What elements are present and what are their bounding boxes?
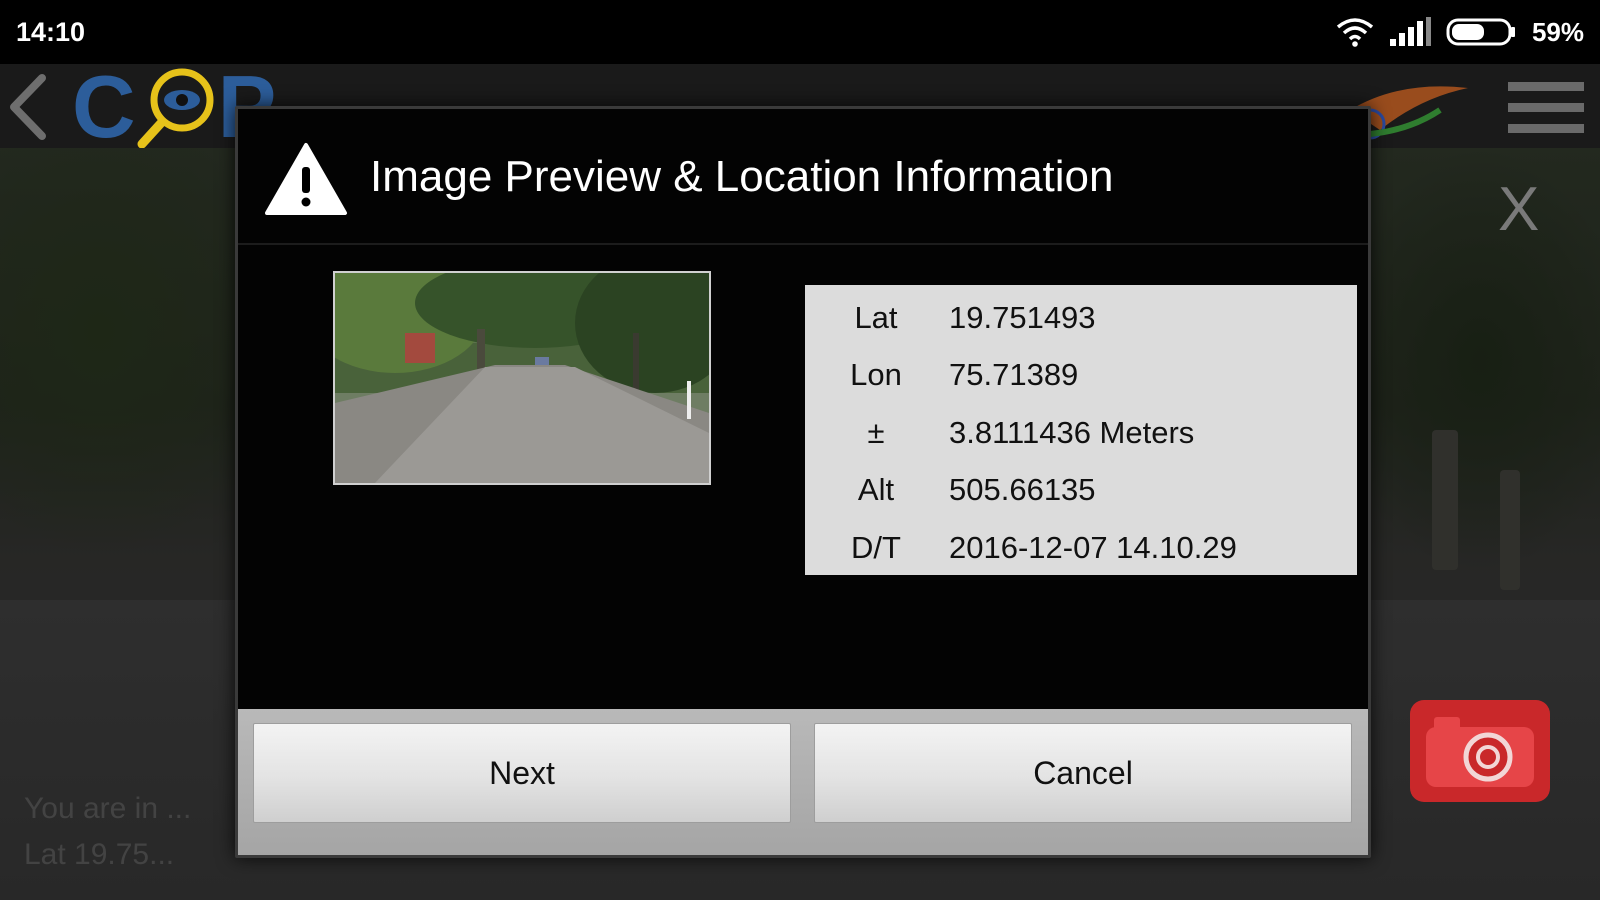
status-bar: 14:10 59%	[0, 0, 1600, 64]
image-preview-dialog: Image Preview & Location Information Lat…	[235, 106, 1371, 858]
dialog-header: Image Preview & Location Information	[238, 109, 1368, 245]
preview-photo	[335, 273, 709, 483]
background-location-text: You are in ... Lat 19.75...	[24, 792, 192, 871]
menu-icon[interactable]	[1506, 80, 1586, 136]
close-icon[interactable]: X	[1498, 179, 1554, 241]
magnifier-eye-icon	[137, 68, 214, 148]
status-icons: 59%	[1336, 17, 1584, 48]
info-row-accuracy: ± 3.8111436 Meters	[805, 404, 1357, 462]
wifi-icon	[1336, 18, 1374, 47]
next-button[interactable]: Next	[253, 723, 791, 823]
info-value: 505.66135	[949, 472, 1096, 508]
back-icon[interactable]	[6, 72, 50, 142]
dialog-title: Image Preview & Location Information	[370, 152, 1114, 201]
info-label: ±	[867, 414, 885, 450]
dialog-button-bar: Next Cancel	[238, 709, 1368, 855]
info-value: 19.751493	[949, 299, 1096, 335]
camera-button[interactable]	[1410, 700, 1550, 802]
battery-icon	[1446, 18, 1515, 46]
warning-icon	[265, 143, 347, 215]
info-label: D/T	[851, 529, 901, 565]
info-row-datetime: D/T 2016-12-07 14.10.29	[805, 519, 1357, 577]
cancel-button[interactable]: Cancel	[814, 723, 1352, 823]
info-label: Lat	[854, 299, 898, 335]
info-value: 3.8111436 Meters	[949, 414, 1195, 450]
info-row-lon: Lon 75.71389	[805, 347, 1357, 405]
image-preview	[333, 271, 711, 485]
info-label: Lon	[850, 357, 902, 393]
location-info-panel: Lat 19.751493 Lon 75.71389 ± 3.8111436 M…	[805, 285, 1357, 575]
signal-icon	[1389, 17, 1431, 46]
status-time: 14:10	[16, 16, 86, 47]
info-value: 2016-12-07 14.10.29	[949, 529, 1237, 565]
logo-letter-c: C	[72, 57, 136, 156]
camera-icon	[1426, 717, 1534, 787]
info-value: 75.71389	[949, 357, 1079, 393]
info-label: Alt	[857, 472, 895, 508]
info-row-lat: Lat 19.751493	[805, 289, 1357, 347]
info-row-alt: Alt 505.66135	[805, 462, 1357, 520]
battery-percent: 59%	[1531, 16, 1584, 47]
